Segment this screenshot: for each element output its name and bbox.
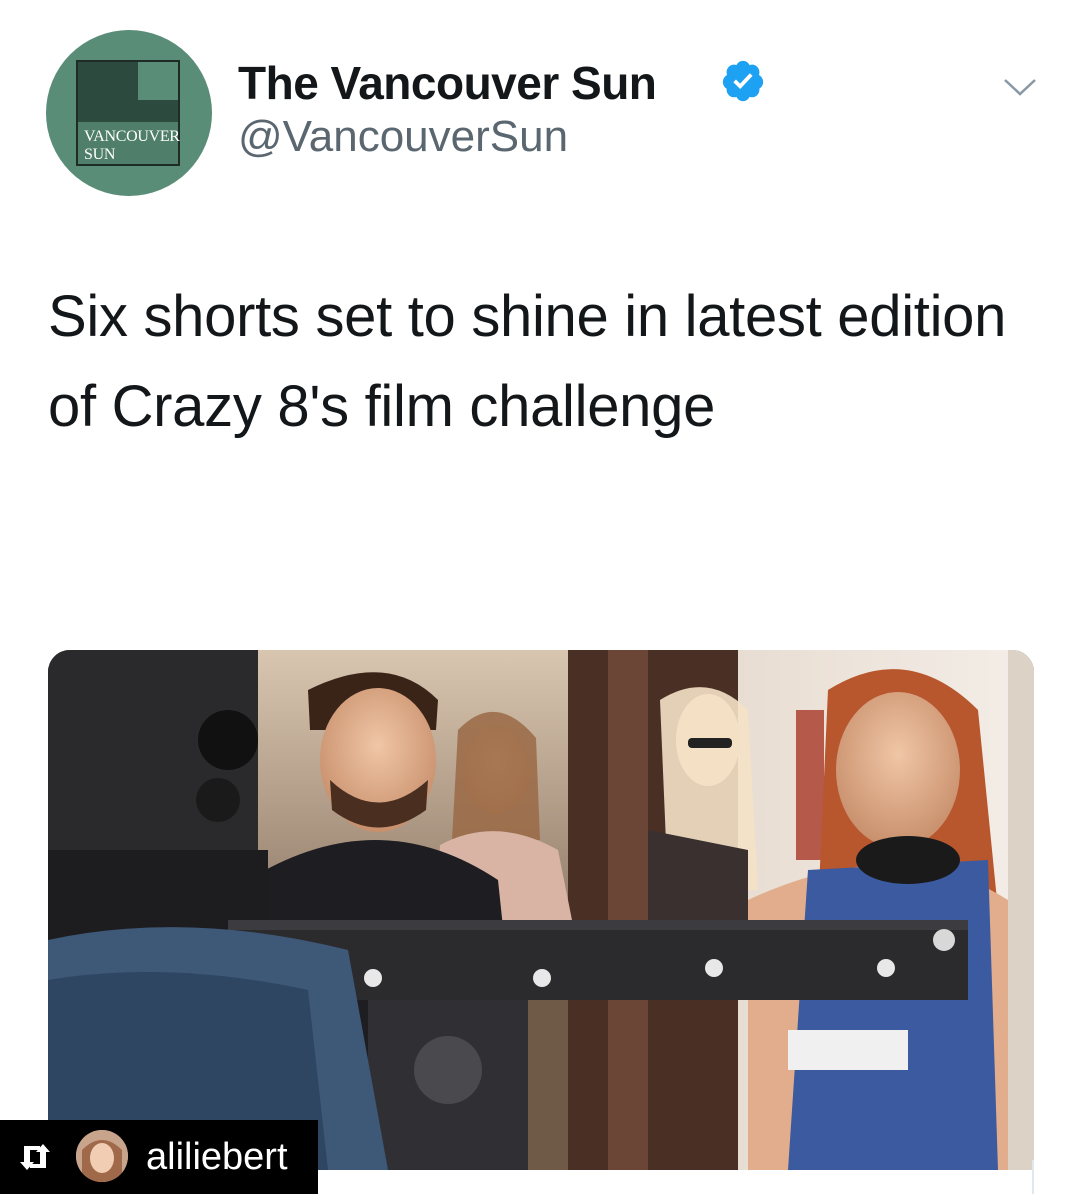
repost-icon xyxy=(20,1144,50,1170)
verified-badge-icon xyxy=(722,60,764,102)
chevron-down-icon[interactable] xyxy=(1002,72,1038,102)
repost-badge: aliliebert xyxy=(0,1120,318,1194)
repost-user-avatar[interactable] xyxy=(76,1130,128,1182)
tweet-media-photo[interactable] xyxy=(48,650,1034,1170)
card-border xyxy=(1032,1160,1034,1194)
repost-username[interactable]: aliliebert xyxy=(146,1136,288,1179)
tweet-text: Six shorts set to shine in latest editio… xyxy=(48,284,1007,439)
film-set-photo xyxy=(48,650,1034,1170)
vancouver-sun-logo: VANCOUVER SUN xyxy=(76,60,180,166)
logo-text-line1: VANCOUVER xyxy=(84,128,180,145)
account-handle[interactable]: @VancouverSun xyxy=(238,112,568,162)
account-avatar[interactable]: VANCOUVER SUN xyxy=(46,30,212,196)
logo-text-line2: SUN xyxy=(84,146,116,163)
display-name[interactable]: The Vancouver Sun xyxy=(238,56,657,110)
